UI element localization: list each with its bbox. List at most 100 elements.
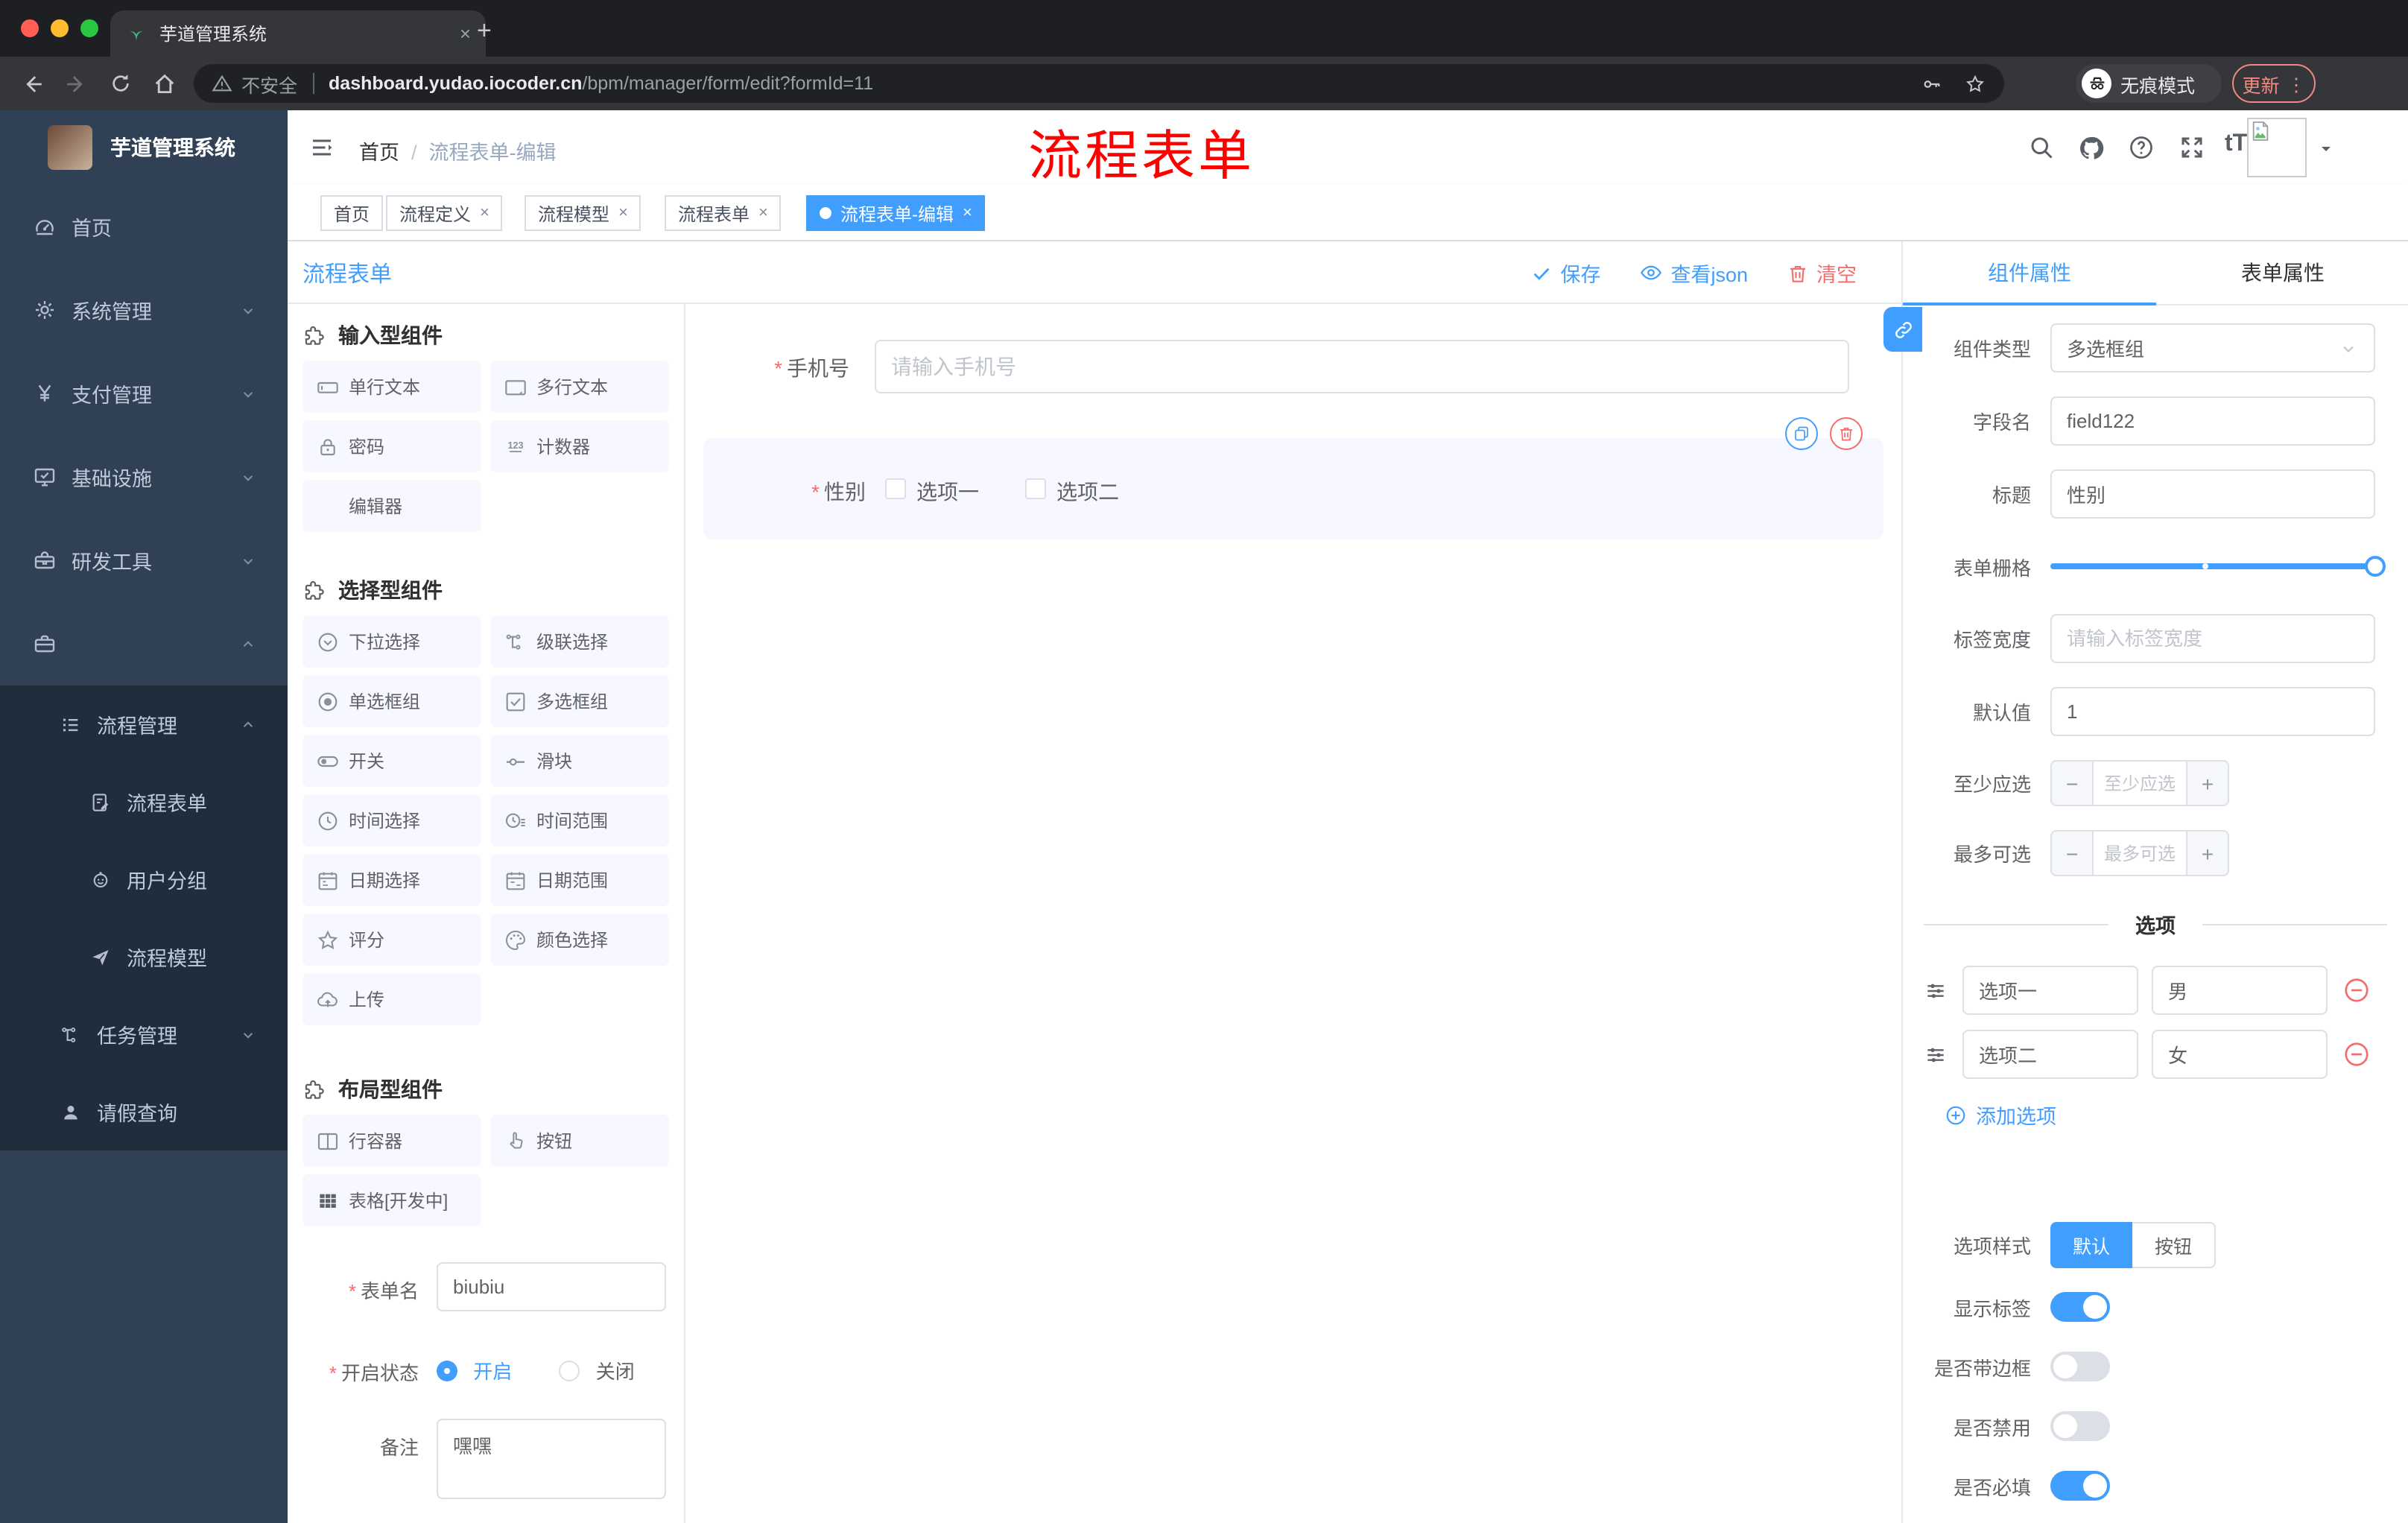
stepper-minus-button[interactable]: − xyxy=(2052,762,2094,805)
window-zoom-button[interactable] xyxy=(80,19,98,37)
status-off-label[interactable]: 关闭 xyxy=(596,1360,635,1382)
panel-link-tab[interactable] xyxy=(1883,307,1922,352)
save-button[interactable]: 保存 xyxy=(1530,258,1600,288)
status-on-label[interactable]: 开启 xyxy=(473,1360,512,1382)
window-close-button[interactable] xyxy=(21,19,39,37)
tag-close-icon[interactable]: × xyxy=(618,204,628,222)
sidebar-item-home[interactable]: 首页 xyxy=(0,185,288,268)
breadcrumb-home[interactable]: 首页 xyxy=(359,142,399,164)
forward-icon[interactable] xyxy=(64,71,89,96)
fullscreen-icon[interactable] xyxy=(2179,134,2205,161)
palette-item-select[interactable]: 下拉选择 xyxy=(302,615,481,668)
tag-process-model[interactable]: 流程模型 × xyxy=(525,195,641,231)
view-json-button[interactable]: 查看json xyxy=(1639,258,1748,288)
radio-on[interactable] xyxy=(437,1360,457,1381)
palette-item-color-picker[interactable]: 颜色选择 xyxy=(490,914,669,966)
github-icon[interactable] xyxy=(2077,134,2106,162)
palette-item-table[interactable]: 表格[开发中] xyxy=(302,1174,481,1226)
option1-value-input[interactable] xyxy=(2152,966,2328,1015)
option1-label-input[interactable] xyxy=(1962,966,2138,1015)
sidebar-item-devtools[interactable]: 研发工具 xyxy=(0,519,288,602)
phone-input[interactable] xyxy=(875,340,1849,393)
stepper-placeholder[interactable]: 至少应选 xyxy=(2094,762,2186,805)
sidebar-item-leave-query[interactable]: 请假查询 xyxy=(0,1073,288,1150)
palette-item-date-range[interactable]: 日期范围 xyxy=(490,854,669,906)
clear-button[interactable]: 清空 xyxy=(1787,258,1857,288)
palette-item-cascader[interactable]: 级联选择 xyxy=(490,615,669,668)
drag-handle-icon[interactable] xyxy=(1924,978,1948,1002)
tag-process-form[interactable]: 流程表单 × xyxy=(665,195,782,231)
tab-form-props[interactable]: 表单属性 xyxy=(2156,241,2408,304)
window-minimize-button[interactable] xyxy=(51,19,69,37)
reload-icon[interactable] xyxy=(109,72,133,95)
stepper-minus-button[interactable]: − xyxy=(2052,832,2094,875)
sidebar-item-workflow[interactable] xyxy=(0,602,288,685)
bordered-toggle[interactable] xyxy=(2050,1352,2110,1381)
min-select-stepper[interactable]: − 至少应选 + xyxy=(2050,760,2229,806)
sidebar-item-process-model[interactable]: 流程模型 xyxy=(0,918,288,995)
delete-widget-button[interactable] xyxy=(1830,417,1863,450)
avatar[interactable] xyxy=(2247,118,2307,177)
style-default-button[interactable]: 默认 xyxy=(2050,1222,2133,1268)
font-size-icon[interactable]: tT xyxy=(2225,131,2247,158)
checkbox-option1-label[interactable]: 选项一 xyxy=(916,477,979,507)
palette-item-editor[interactable]: 编辑器 xyxy=(302,480,481,532)
palette-item-single-text[interactable]: 单行文本 xyxy=(302,361,481,413)
tag-close-icon[interactable]: × xyxy=(480,204,489,222)
checkbox-option2[interactable] xyxy=(1025,478,1046,499)
remove-option-icon[interactable] xyxy=(2342,976,2371,1004)
show-label-toggle[interactable] xyxy=(2050,1292,2110,1322)
sidebar-item-infra[interactable]: 基础设施 xyxy=(0,435,288,519)
component-type-select[interactable]: 多选框组 xyxy=(2050,323,2375,373)
palette-item-rate[interactable]: 评分 xyxy=(302,914,481,966)
palette-item-radio-group[interactable]: 单选框组 xyxy=(302,675,481,727)
tab-component-props[interactable]: 组件属性 xyxy=(1903,241,2156,304)
option2-label-input[interactable] xyxy=(1962,1030,2138,1079)
browser-update-button[interactable]: 更新 ⋮ xyxy=(2232,64,2316,103)
bookmark-star-icon[interactable] xyxy=(1964,72,1986,95)
label-width-input[interactable] xyxy=(2050,614,2375,663)
add-option-button[interactable]: 添加选项 xyxy=(1945,1100,2408,1130)
palette-item-upload[interactable]: 上传 xyxy=(302,973,481,1025)
address-bar[interactable]: 不安全 dashboard.yudao.iocoder.cn/bpm/manag… xyxy=(194,64,2004,103)
sidebar-item-system[interactable]: 系统管理 xyxy=(0,268,288,352)
checkbox-option1[interactable] xyxy=(885,478,906,499)
stepper-plus-button[interactable]: + xyxy=(2186,832,2228,875)
palette-item-date-picker[interactable]: 日期选择 xyxy=(302,854,481,906)
sidebar-item-user-group[interactable]: 用户分组 xyxy=(0,840,288,918)
checkbox-option2-label[interactable]: 选项二 xyxy=(1056,477,1119,507)
form-name-input[interactable] xyxy=(437,1262,666,1311)
slider-handle[interactable] xyxy=(2365,556,2386,577)
back-icon[interactable] xyxy=(19,71,45,96)
title-input[interactable] xyxy=(2050,469,2375,519)
drag-handle-icon[interactable] xyxy=(1924,1042,1948,1066)
help-icon[interactable] xyxy=(2128,134,2155,161)
tag-home[interactable]: 首页 xyxy=(320,195,384,231)
tag-close-icon[interactable]: × xyxy=(758,204,768,222)
avatar-caret-icon[interactable] xyxy=(2317,140,2335,158)
disabled-toggle[interactable] xyxy=(2050,1411,2110,1441)
widget-gender-selected[interactable]: * 性别 选项一 选项二 xyxy=(703,417,1883,539)
palette-item-password[interactable]: 密码 xyxy=(302,420,481,472)
stepper-placeholder[interactable]: 最多可选 xyxy=(2094,832,2186,875)
password-key-icon[interactable] xyxy=(1921,72,1943,95)
style-button-button[interactable]: 按钮 xyxy=(2132,1222,2217,1268)
palette-item-button[interactable]: 按钮 xyxy=(490,1115,669,1167)
grid-slider[interactable] xyxy=(2050,556,2386,577)
sidebar-item-process-form[interactable]: 流程表单 xyxy=(0,763,288,840)
tab-close-icon[interactable]: × xyxy=(460,22,471,45)
copy-widget-button[interactable] xyxy=(1785,417,1818,450)
required-toggle[interactable] xyxy=(2050,1471,2110,1501)
radio-off[interactable] xyxy=(559,1360,580,1381)
tag-process-form-edit[interactable]: 流程表单-编辑 × xyxy=(806,195,986,231)
hamburger-icon[interactable] xyxy=(308,134,335,161)
palette-item-checkbox-group[interactable]: 多选框组 xyxy=(490,675,669,727)
sidebar-item-task-mgmt[interactable]: 任务管理 xyxy=(0,995,288,1073)
browser-tab[interactable]: 芋道管理系统 × xyxy=(110,10,486,57)
field-name-input[interactable] xyxy=(2050,396,2375,446)
remark-textarea[interactable]: 嘿嘿 xyxy=(437,1419,666,1499)
remove-option-icon[interactable] xyxy=(2342,1040,2371,1068)
sidebar-item-process-mgmt[interactable]: 流程管理 xyxy=(0,685,288,763)
sidebar-item-payment[interactable]: 支付管理 xyxy=(0,352,288,435)
tag-close-icon[interactable]: × xyxy=(963,204,972,222)
